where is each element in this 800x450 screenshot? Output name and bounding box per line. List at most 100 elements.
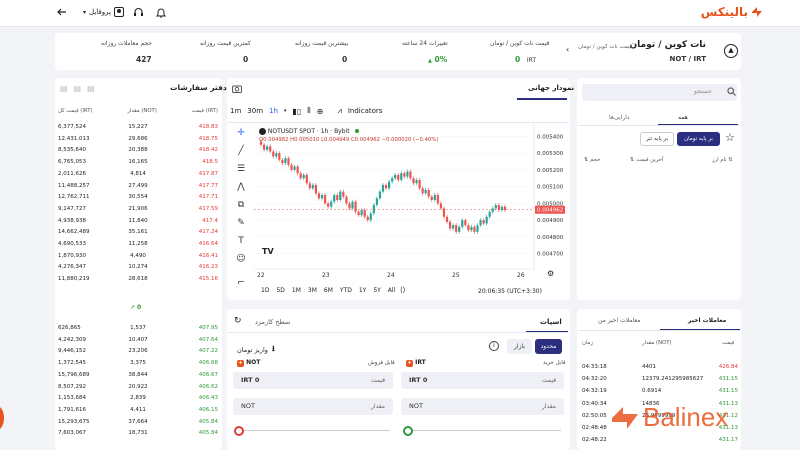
range-6m[interactable]: 6M bbox=[324, 287, 333, 294]
market-tab-all[interactable]: همه bbox=[678, 114, 688, 121]
range-5d[interactable]: 5D bbox=[276, 287, 284, 294]
orderbook-ask-row[interactable]: 11,880,219 28,618 415.16 bbox=[58, 276, 218, 287]
sell-slider[interactable] bbox=[234, 426, 392, 436]
col-volume[interactable]: ⇅ حجم bbox=[584, 157, 600, 163]
orderbook-ask-row[interactable]: 8,535,640 20,388 418.42 bbox=[58, 147, 218, 158]
info-icon[interactable]: i bbox=[489, 341, 499, 351]
search-box[interactable]: جستجو bbox=[582, 84, 737, 101]
brush-tool-icon[interactable]: ✎ bbox=[234, 218, 248, 232]
crosshair-tool-icon[interactable]: ✛ bbox=[234, 128, 248, 142]
orderbook-view-icons[interactable]: ▤▤▤ bbox=[60, 84, 101, 93]
headset-icon[interactable] bbox=[132, 5, 146, 19]
price-tick: 0.004900 bbox=[537, 218, 564, 224]
range-all[interactable]: All bbox=[388, 287, 395, 294]
base-toman-button[interactable]: بر پایه تومان bbox=[677, 132, 720, 146]
orderbook-bid-row[interactable]: 626,865 1,537 407.95 bbox=[58, 325, 218, 336]
tab-fee-level[interactable]: سطح کارمزد bbox=[255, 318, 290, 326]
col-name[interactable]: نام ارز ⇅ bbox=[712, 157, 733, 163]
candle-body bbox=[439, 203, 443, 209]
breadcrumb-text[interactable]: قیمت نات کوین / تومان bbox=[578, 44, 632, 50]
orderbook-ask-row[interactable]: 4,938,938 11,840 417.4 bbox=[58, 218, 218, 229]
orderbook-ask-row[interactable]: 1,870,930 4,490 416.41 bbox=[58, 253, 218, 264]
orderbook-bid-row[interactable]: 15,796,689 38,844 406.67 bbox=[58, 372, 218, 383]
order-type-limit[interactable]: محدود bbox=[535, 339, 562, 354]
indicators-icon[interactable]: ⩘ bbox=[337, 106, 342, 116]
interval-1h[interactable]: 1h bbox=[269, 107, 278, 115]
pattern-tool-icon[interactable]: ⋀ bbox=[234, 182, 248, 196]
buy-price-input[interactable]: قیمت IRT 0 bbox=[401, 372, 564, 389]
favorites-star-icon[interactable]: ☆ bbox=[725, 131, 735, 144]
sell-amount-input[interactable]: مقدار NOT bbox=[233, 398, 393, 415]
range-5y[interactable]: 5Y bbox=[373, 287, 380, 294]
orderbook-bid-row[interactable]: 7,603,067 18,731 405.84 bbox=[58, 430, 218, 441]
range-1d[interactable]: 1D bbox=[261, 287, 269, 294]
orderbook-ask-row[interactable]: 12,762,711 30,554 417.71 bbox=[58, 194, 218, 205]
ruler-tool-icon[interactable]: ⌐ bbox=[234, 278, 248, 292]
candle-body bbox=[397, 174, 400, 180]
candle-body bbox=[470, 226, 473, 231]
market-tab-assets[interactable]: دارایی‌ها bbox=[609, 114, 630, 121]
orderbook-ask-row[interactable]: 2,011,626 4,814 417.87 bbox=[58, 171, 218, 182]
tab-my-trades[interactable]: معاملات اخیر من bbox=[598, 317, 640, 324]
profile-menu[interactable]: ▾ پروفایل bbox=[83, 7, 124, 17]
interval-30m[interactable]: 30m bbox=[247, 107, 263, 115]
range-ytd[interactable]: YTD bbox=[340, 287, 352, 294]
text-tool-icon[interactable]: T bbox=[234, 236, 248, 250]
order-type-market[interactable]: بازار bbox=[507, 339, 532, 354]
fib-tool-icon[interactable]: ☰ bbox=[234, 164, 248, 178]
refresh-icon[interactable]: ↻ bbox=[234, 316, 242, 326]
price-chart[interactable]: 0.0054000.0053000.0052000.0051000.005000… bbox=[254, 124, 568, 284]
deposit-toman-link[interactable]: واریز تومان ⭳ bbox=[237, 343, 275, 357]
stat-volume-label: حجم معاملات روزانه bbox=[101, 40, 153, 47]
orderbook-ask-row[interactable]: 9,147,727 21,906 417.59 bbox=[58, 206, 218, 217]
tab-spot[interactable]: اسپات bbox=[540, 318, 562, 326]
pair-symbol: NOT / IRT bbox=[669, 55, 706, 63]
orderbook-ask-row[interactable]: 6,377,524 15,227 418.83 bbox=[58, 124, 218, 135]
col-last-price[interactable]: ⇅ آخرین قیمت bbox=[630, 157, 663, 163]
sell-slider-handle[interactable] bbox=[234, 426, 244, 436]
base-tether-button[interactable]: بر پایه تتر bbox=[640, 132, 674, 146]
buy-amount-input[interactable]: مقدار NOT bbox=[401, 398, 564, 415]
chart-settings-icon[interactable]: ⚙ bbox=[547, 269, 554, 278]
candle-body bbox=[314, 184, 318, 194]
buy-slider-handle[interactable] bbox=[403, 426, 413, 436]
orderbook-bid-row[interactable]: 15,293,675 37,664 405.84 bbox=[58, 419, 218, 430]
brand-logo[interactable]: بالینکس bbox=[701, 5, 748, 19]
orderbook-ask-row[interactable]: 14,662,489 35,161 417.24 bbox=[58, 229, 218, 240]
orderbook-ask-row[interactable]: 6,765,053 16,165 418.5 bbox=[58, 159, 218, 170]
orderbook-ask-row[interactable]: 4,690,533 11,258 416.64 bbox=[58, 241, 218, 252]
orderbook-bid-row[interactable]: 4,242,309 10,407 407.64 bbox=[58, 337, 218, 348]
orderbook-bid-row[interactable]: 1,372,545 3,375 406.68 bbox=[58, 360, 218, 371]
candle-style-icon[interactable]: ⫴ bbox=[307, 106, 310, 116]
emoji-tool-icon[interactable]: ☺ bbox=[234, 254, 248, 268]
pair-switch-icon[interactable]: ‹ bbox=[566, 45, 569, 54]
bell-icon[interactable] bbox=[154, 5, 168, 19]
bar-style-icon[interactable]: ▮▯ bbox=[292, 107, 301, 116]
sell-price-input[interactable]: قیمت IRT 0 bbox=[233, 372, 393, 389]
orderbook-bid-row[interactable]: 1,153,684 2,839 406.43 bbox=[58, 395, 218, 406]
orderbook-ask-row[interactable]: 12,431,013 29,686 418.75 bbox=[58, 136, 218, 147]
buy-slider[interactable] bbox=[403, 426, 563, 436]
range-3m[interactable]: 3M bbox=[308, 287, 317, 294]
chart-panel-title[interactable]: نمودار جهانی bbox=[528, 84, 574, 92]
orderbook-ask-row[interactable]: 11,488,257 27,499 417.77 bbox=[58, 183, 218, 194]
orderbook-bid-row[interactable]: 8,507,292 20,922 406.62 bbox=[58, 384, 218, 395]
candle-body bbox=[317, 193, 321, 199]
projection-tool-icon[interactable]: ⧉ bbox=[234, 200, 248, 214]
camera-icon[interactable] bbox=[232, 84, 242, 95]
range-1y[interactable]: 1Y bbox=[359, 287, 366, 294]
range-1m[interactable]: 1M bbox=[292, 287, 301, 294]
orderbook-ask-row[interactable]: 4,276,347 10,274 416.23 bbox=[58, 264, 218, 275]
orderbook-bid-row[interactable]: 9,446,152 23,206 407.22 bbox=[58, 348, 218, 359]
arrow-left-icon[interactable] bbox=[55, 5, 69, 19]
ask-price: 418.83 bbox=[198, 124, 218, 130]
interval-1m[interactable]: 1m bbox=[230, 107, 241, 115]
trendline-tool-icon[interactable]: ╱ bbox=[234, 146, 248, 160]
interval-dropdown-icon[interactable]: ▾ bbox=[284, 108, 287, 114]
ask-amount: 27,499 bbox=[128, 182, 148, 189]
chart-tab-underline bbox=[517, 98, 567, 100]
compare-icon[interactable]: ⊕ bbox=[317, 107, 324, 116]
tab-recent-trades[interactable]: معاملات اخیر bbox=[688, 317, 726, 324]
indicators-button[interactable]: Indicators bbox=[348, 107, 383, 115]
orderbook-bid-row[interactable]: 1,791,616 4,411 406.15 bbox=[58, 407, 218, 418]
